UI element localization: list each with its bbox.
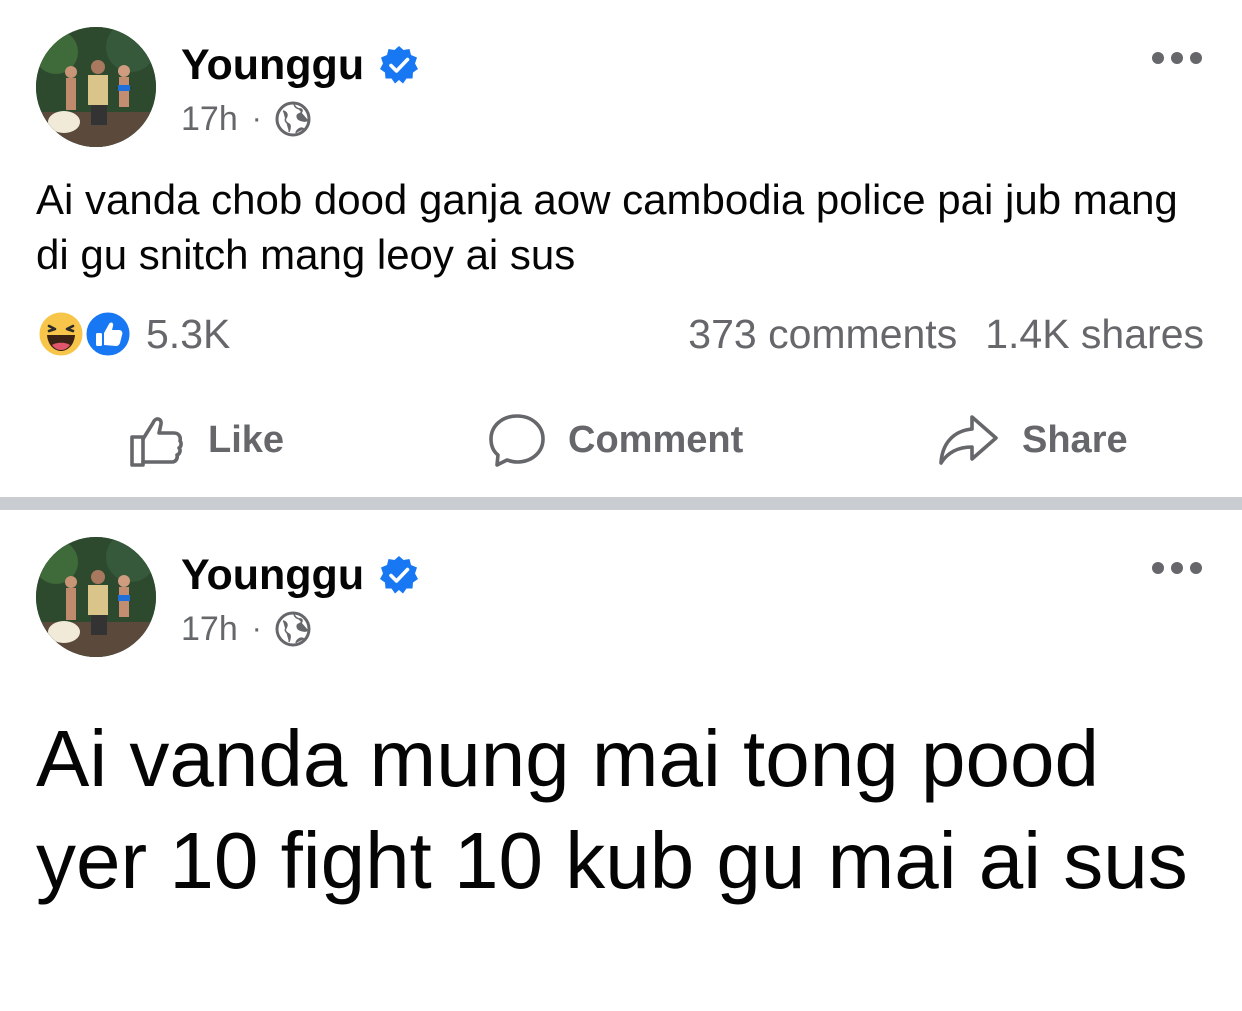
author-avatar[interactable] — [36, 27, 156, 147]
more-options-icon[interactable] — [1150, 45, 1204, 71]
author-name[interactable]: Younggu — [181, 40, 364, 90]
author-avatar[interactable] — [36, 537, 156, 657]
post-text-large: Ai vanda mung mai tong pood yer 10 fight… — [36, 714, 1188, 905]
share-label: Share — [1022, 418, 1128, 461]
reaction-count[interactable]: 5.3K — [146, 310, 230, 358]
post-meta: 17h · — [181, 98, 312, 140]
share-icon — [939, 415, 998, 465]
globe-icon[interactable] — [274, 610, 312, 648]
share-button[interactable]: Share — [938, 408, 1128, 472]
like-icon — [130, 417, 183, 467]
comments-count[interactable]: 373 comments — [688, 311, 957, 357]
reactions-icons[interactable] — [34, 309, 134, 359]
post-text: Ai vanda chob dood ganja aow cambodia po… — [36, 176, 1178, 278]
post-time[interactable]: 17h — [181, 610, 238, 649]
shares-count[interactable]: 1.4K shares — [985, 311, 1204, 357]
haha-reaction-icon — [36, 309, 86, 359]
engagement-counts: 373 comments 1.4K shares — [688, 310, 1204, 358]
verified-badge-icon — [380, 556, 418, 594]
verified-badge-icon — [380, 46, 418, 84]
like-reaction-icon — [83, 309, 133, 359]
comment-button[interactable]: Comment — [488, 408, 743, 472]
globe-icon[interactable] — [274, 100, 312, 138]
like-label: Like — [208, 418, 285, 461]
post-card: Younggu 17h · Ai vanda chob dood ganja a… — [0, 0, 1242, 497]
comment-label: Comment — [568, 418, 744, 461]
meta-separator: · — [251, 102, 262, 135]
post-time[interactable]: 17h — [181, 100, 238, 139]
post-card: Younggu 17h · Ai vanda mung mai tong poo… — [0, 510, 1242, 1011]
meta-separator: · — [251, 612, 262, 645]
comment-icon — [489, 414, 545, 467]
post-divider — [0, 497, 1242, 510]
like-button[interactable]: Like — [128, 408, 284, 472]
post-meta: 17h · — [181, 608, 312, 650]
author-name[interactable]: Younggu — [181, 550, 364, 600]
more-options-icon[interactable] — [1150, 555, 1204, 581]
